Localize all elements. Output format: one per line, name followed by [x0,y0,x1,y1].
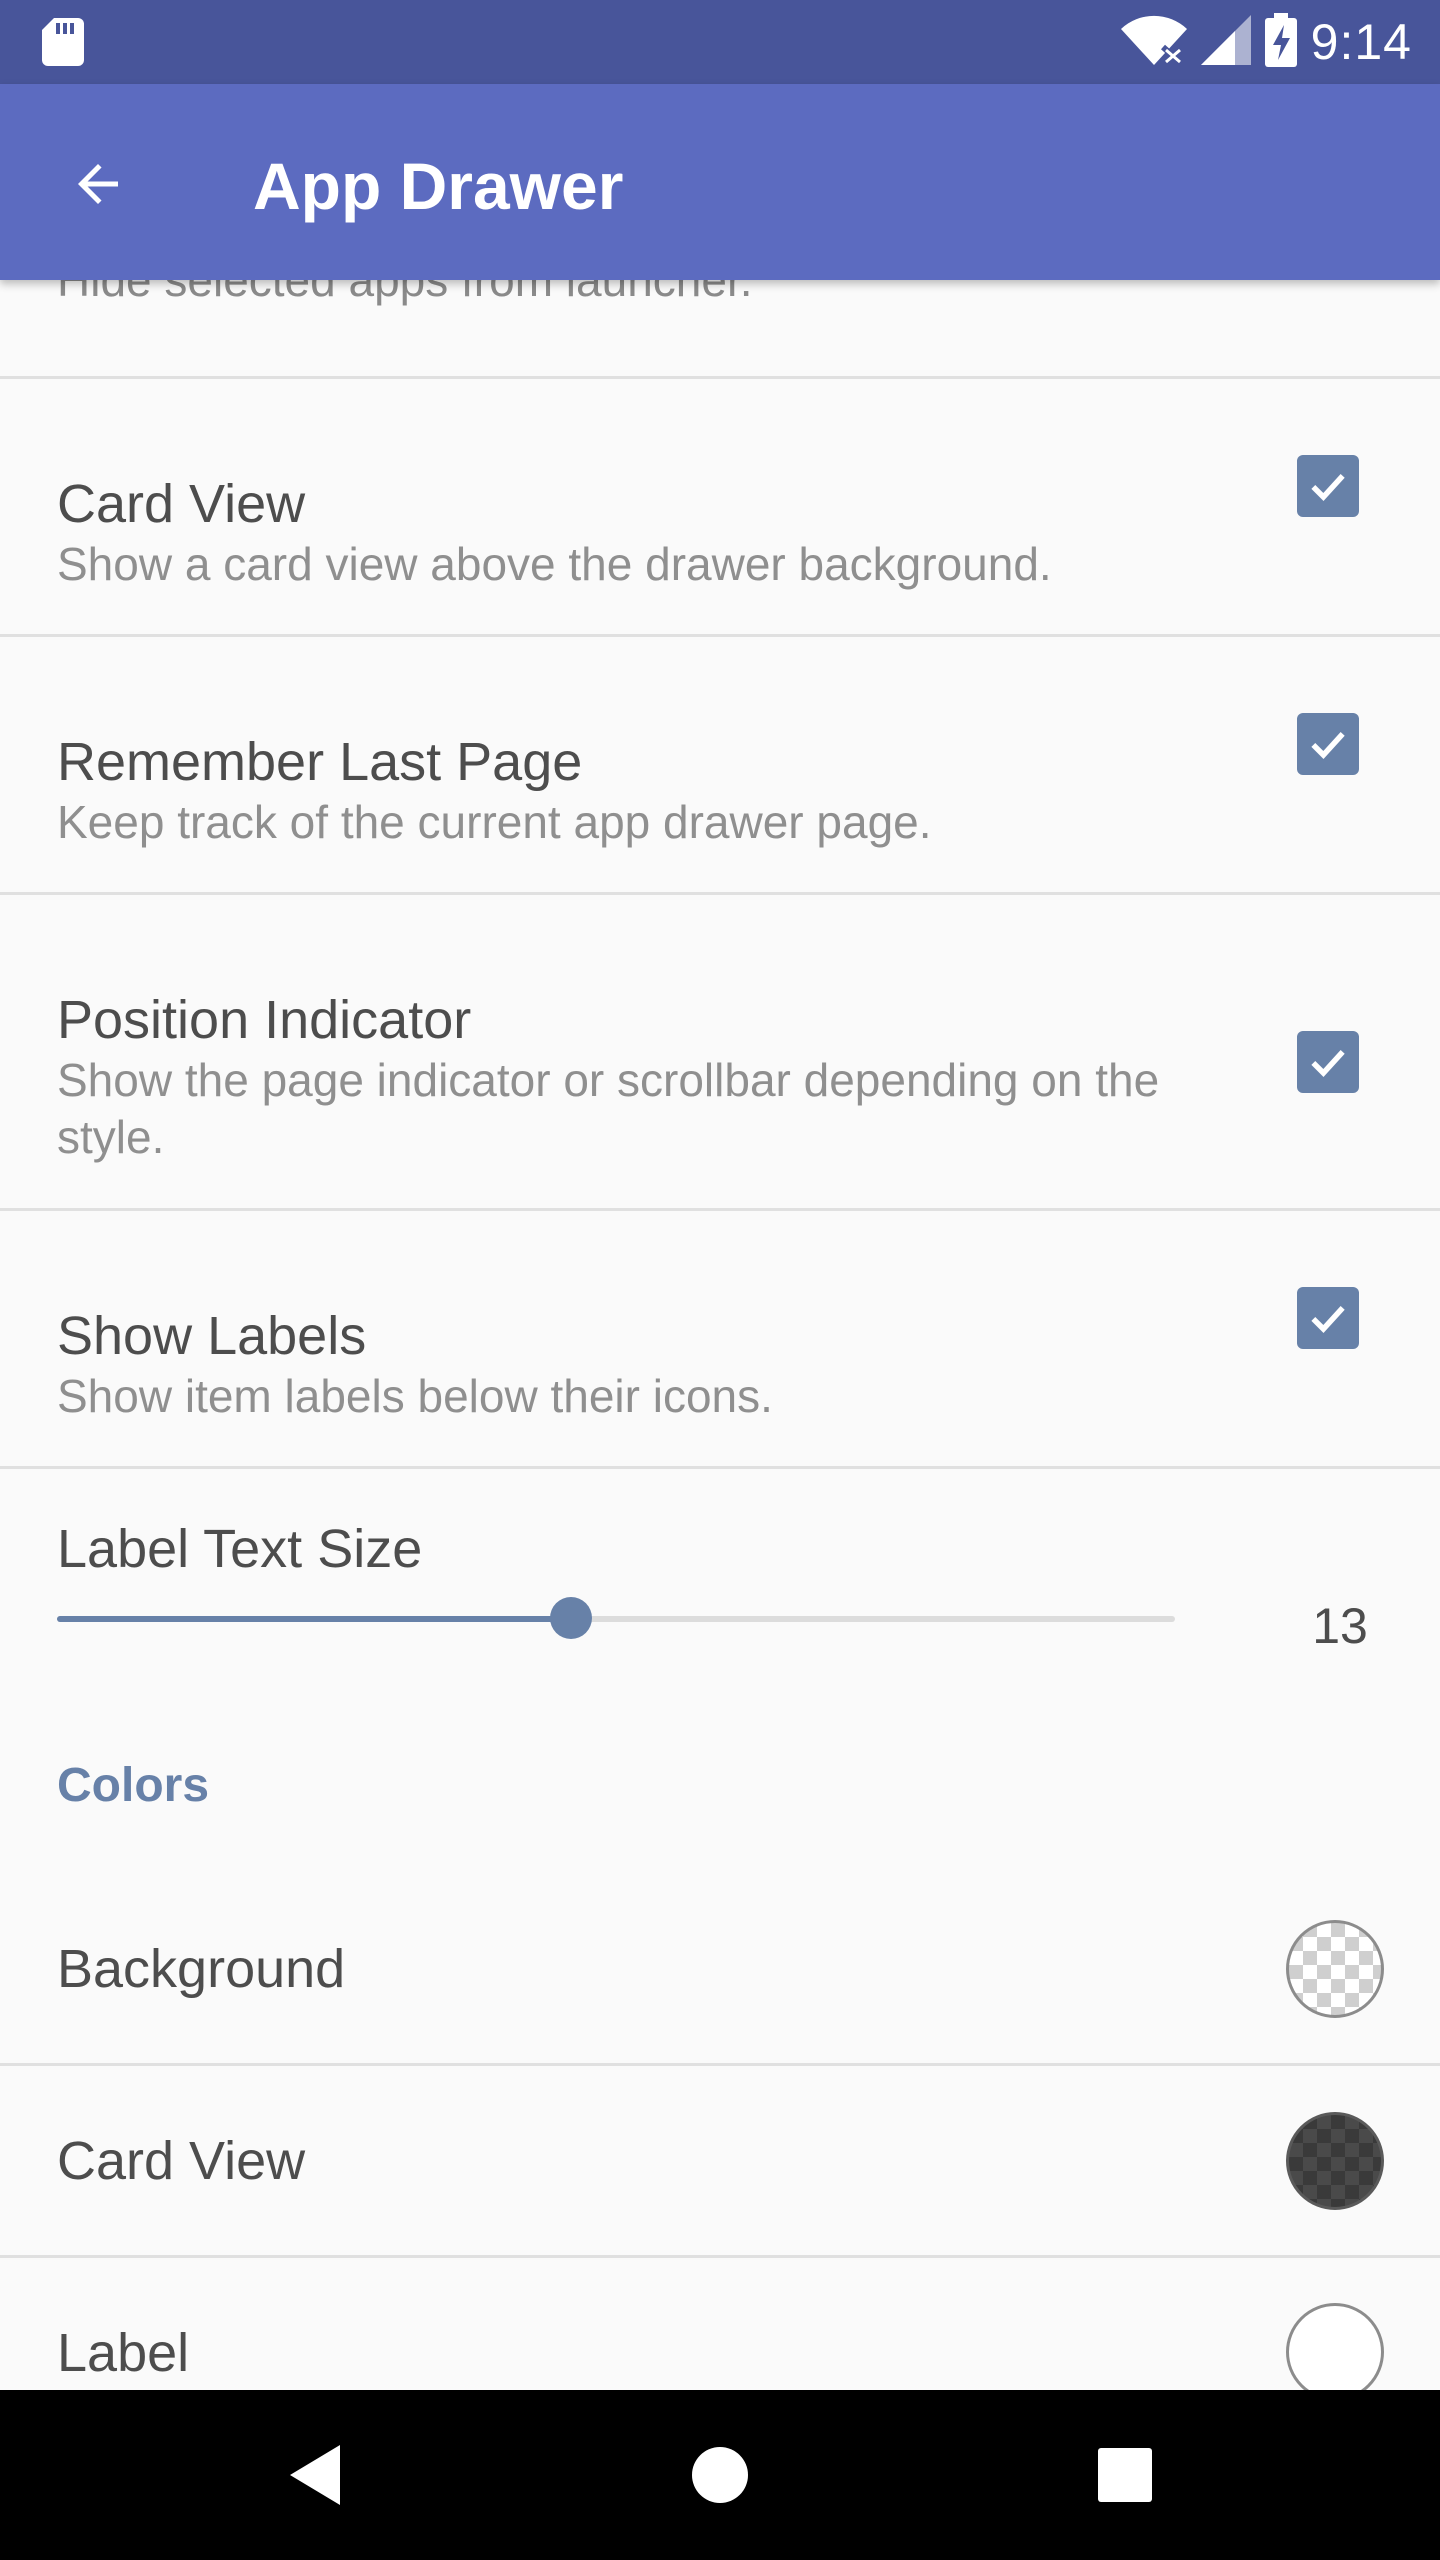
label-text-size-title: Label Text Size [57,1519,423,1579]
pref-title: Background [57,1939,346,1999]
check-icon [1311,474,1345,501]
pref-position-indicator[interactable]: Position Indicator Show the page indicat… [0,895,1440,1209]
app-bar: App Drawer [0,84,1440,280]
pref-title: Position Indicator [57,990,472,1050]
pref-summary: Show item labels below their icons. [57,1370,773,1422]
pref-title: Remember Last Page [57,732,583,792]
page-title: App Drawer [253,149,624,223]
status-icons: 9:14 [1120,12,1412,72]
pref-show-labels[interactable]: Show Labels Show item labels below their… [0,1211,1440,1464]
status-bar: 9:14 [0,0,1440,84]
wifi-icon [1120,15,1187,70]
label-color-swatch[interactable] [1286,2303,1384,2390]
arrow-back-icon [78,164,118,204]
divider [0,1466,1440,1469]
home-circle-icon [692,2447,748,2503]
nav-home-button[interactable] [680,2435,760,2515]
pref-remember-last-page[interactable]: Remember Last Page Keep track of the cur… [0,637,1440,890]
color-pref-background[interactable]: Background [0,1876,1440,2062]
pref-summary: Show a card view above the drawer backgr… [57,538,1052,590]
position-indicator-checkbox[interactable] [1297,1031,1359,1093]
clock: 9:14 [1310,14,1412,70]
label-text-size-slider[interactable] [57,1597,1175,1639]
pref-title: Card View [57,2131,306,2191]
navigation-bar [0,2390,1440,2560]
sd-card-icon [42,18,84,71]
back-button[interactable] [56,142,140,226]
color-pref-label[interactable]: Label [0,2258,1440,2390]
nav-recents-button[interactable] [1085,2435,1165,2515]
card-view-checkbox[interactable] [1297,455,1359,517]
recents-square-icon [1098,2448,1152,2502]
back-triangle-icon [290,2445,340,2505]
slider-fill [57,1616,572,1622]
show-labels-checkbox[interactable] [1297,1287,1359,1349]
preferences-list[interactable]: Hide selected apps from launcher. Card V… [0,280,1440,2390]
hidden-apps-summary: Hide selected apps from launcher. [57,280,753,306]
pref-card-view[interactable]: Card View Show a card view above the dra… [0,379,1440,632]
pref-title: Label [57,2323,190,2383]
slider-thumb[interactable] [550,1597,593,1639]
pref-summary: Show the page indicator or scrollbar dep… [57,1054,1160,1163]
nav-back-button[interactable] [276,2435,356,2515]
pref-summary: Keep track of the current app drawer pag… [57,796,932,848]
colors-category-header: Colors [57,1759,210,1812]
card-view-color-swatch[interactable] [1286,2112,1384,2210]
battery-charging-icon [1264,12,1297,72]
check-icon [1311,1306,1345,1333]
pref-title: Card View [57,474,306,534]
remember-last-page-checkbox[interactable] [1297,713,1359,775]
label-text-size-value: 13 [1312,1598,1368,1654]
signal-icon [1200,14,1251,70]
screen: 9:14 App Drawer Hide selected apps from … [0,0,1440,2560]
check-icon [1311,1050,1345,1077]
background-color-swatch[interactable] [1286,1920,1384,2018]
check-icon [1311,732,1345,759]
pref-title: Show Labels [57,1306,367,1366]
color-pref-card-view[interactable]: Card View [0,2066,1440,2256]
